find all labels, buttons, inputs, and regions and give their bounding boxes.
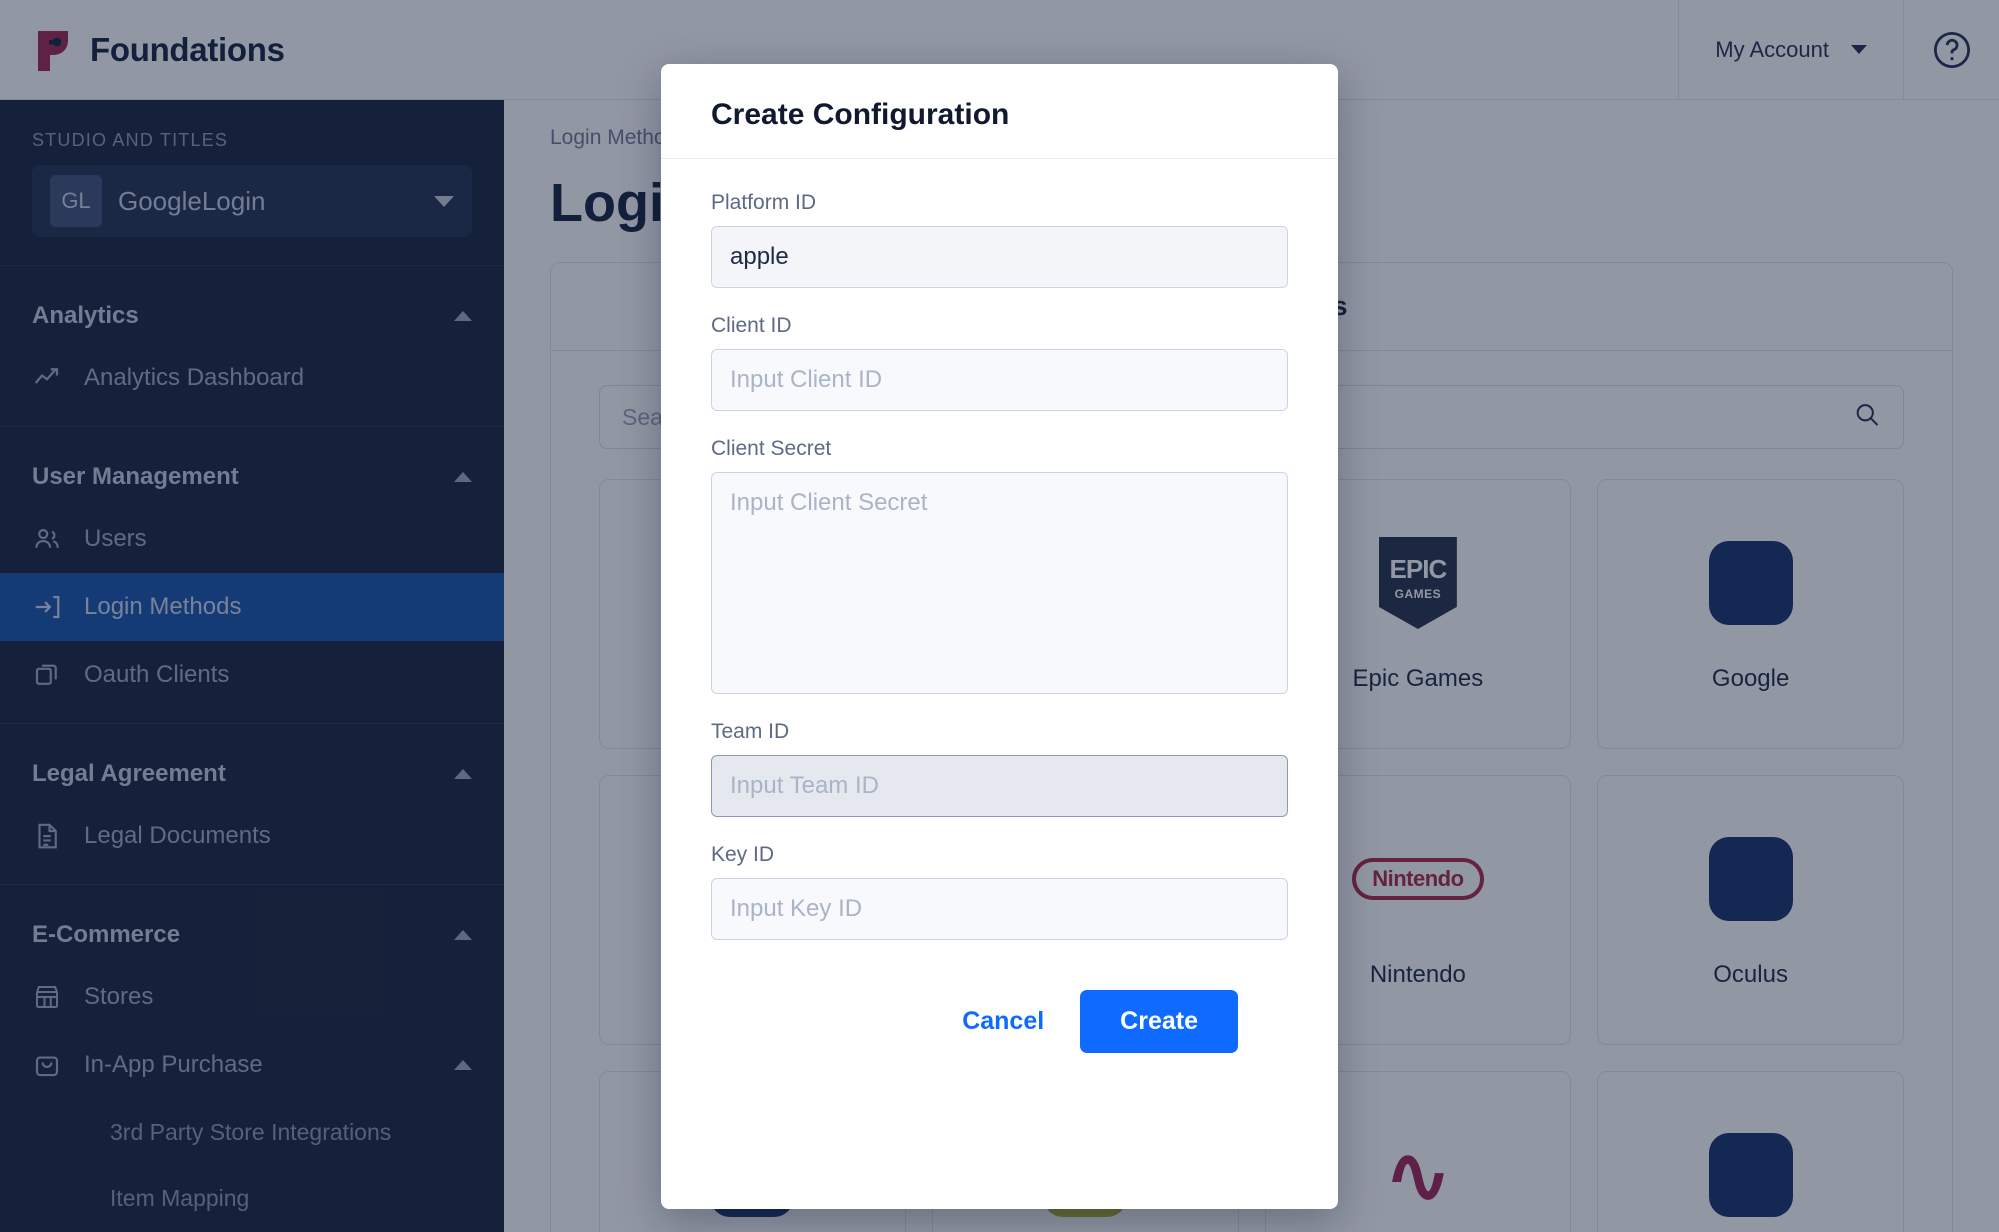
field-label: Platform ID (711, 191, 817, 214)
team-id-input[interactable] (711, 755, 1288, 817)
create-configuration-dialog: Create Configuration Platform ID Client … (661, 64, 1338, 1209)
cancel-button[interactable]: Cancel (936, 991, 1070, 1052)
dialog-title: Create Configuration (711, 98, 1010, 131)
client-id-input[interactable] (711, 349, 1288, 411)
field-label: Client Secret (711, 437, 832, 460)
create-button[interactable]: Create (1080, 990, 1238, 1053)
screen-root: Foundations My Account STUDIO AND TITLES… (0, 0, 1999, 1232)
field-team-id: Team ID (711, 720, 1288, 817)
client-secret-input[interactable] (711, 472, 1288, 694)
dialog-body: Platform ID Client ID Client Secret Team… (661, 159, 1338, 1209)
platform-id-input[interactable] (711, 226, 1288, 288)
field-client-secret: Client Secret (711, 437, 1288, 694)
field-label: Client ID (711, 314, 792, 337)
field-label: Key ID (711, 843, 775, 866)
field-key-id: Key ID (711, 843, 1288, 940)
dialog-header: Create Configuration (661, 64, 1338, 159)
key-id-input[interactable] (711, 878, 1288, 940)
dialog-footer: Cancel Create (711, 966, 1288, 1053)
field-platform-id: Platform ID (711, 191, 1288, 288)
field-label: Team ID (711, 720, 790, 743)
field-client-id: Client ID (711, 314, 1288, 411)
